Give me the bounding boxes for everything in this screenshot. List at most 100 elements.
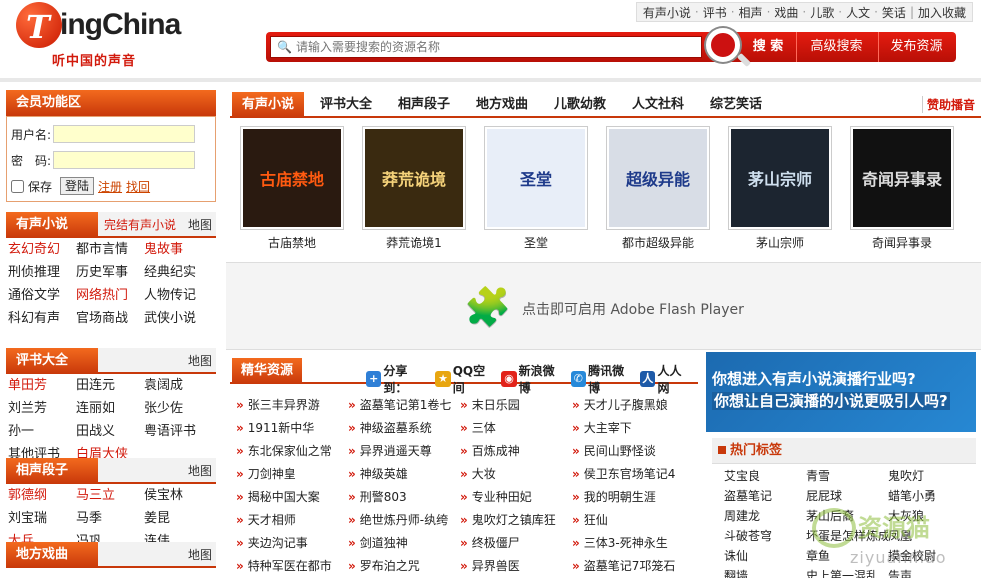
featured-item[interactable]: 天才儿子腹黑娘	[568, 394, 692, 417]
category-item[interactable]: 官场商战	[76, 307, 144, 330]
category-item[interactable]: 连丽如	[76, 397, 144, 420]
book-cover[interactable]: 奇闻异事录	[850, 126, 954, 230]
featured-item[interactable]: 夹边沟记事	[232, 532, 344, 555]
category-item[interactable]: 侯宝林	[144, 484, 214, 507]
category-item[interactable]: 刘宝瑞	[8, 507, 76, 530]
share-target[interactable]: ✆ 腾讯微博	[570, 362, 634, 396]
category-item[interactable]: 单田芳	[8, 374, 76, 397]
featured-item[interactable]: 三体	[456, 417, 568, 440]
category-tab[interactable]: 相声段子	[6, 458, 98, 484]
top-link[interactable]: 人文	[846, 4, 870, 21]
share-target[interactable]: ◉ 新浪微博	[501, 362, 564, 396]
tab-audio-novels[interactable]: 有声小说	[232, 92, 304, 118]
featured-item[interactable]: 剑道独神	[344, 532, 456, 555]
featured-item[interactable]: 民间山野怪谈	[568, 440, 692, 463]
featured-item[interactable]: 绝世炼丹师-纨绔	[344, 509, 456, 532]
category-item[interactable]: 孙一	[8, 420, 76, 443]
top-link[interactable]: 笑话	[882, 4, 906, 21]
hot-tag[interactable]: 周建龙	[724, 506, 806, 526]
featured-item[interactable]: 东北保家仙之常	[232, 440, 344, 463]
category-item[interactable]: 鬼故事	[144, 238, 214, 261]
category-item[interactable]: 通俗文学	[8, 284, 76, 307]
featured-item[interactable]: 盗墓笔记第1卷七	[344, 394, 456, 417]
featured-item[interactable]: 末日乐园	[456, 394, 568, 417]
category-item[interactable]: 田连元	[76, 374, 144, 397]
category-item[interactable]: 经典纪实	[144, 261, 214, 284]
password-field[interactable]	[53, 151, 196, 169]
book-cover[interactable]: 古庙禁地	[240, 126, 344, 230]
book-title[interactable]: 莽荒诡境1	[362, 234, 466, 251]
category-map-link[interactable]: 地图	[188, 542, 212, 568]
tab-pingshu[interactable]: 评书大全	[310, 92, 382, 118]
share-target[interactable]: ★ QQ空间	[435, 362, 495, 396]
category-item[interactable]: 人物传记	[144, 284, 214, 307]
featured-item[interactable]: 侯卫东官场笔记4	[568, 463, 692, 486]
top-link[interactable]: 儿歌	[810, 4, 834, 21]
hot-tag[interactable]: 诛仙	[724, 546, 806, 566]
featured-item[interactable]: 刀剑神皇	[232, 463, 344, 486]
featured-item[interactable]: 刑警803	[344, 486, 456, 509]
book-cover[interactable]: 莽荒诡境	[362, 126, 466, 230]
featured-item[interactable]: 大主宰下	[568, 417, 692, 440]
category-tab[interactable]: 地方戏曲	[6, 542, 98, 568]
featured-item[interactable]: 罗布泊之咒	[344, 555, 456, 578]
hot-tag[interactable]: 斗破苍穹	[724, 526, 806, 546]
book-card[interactable]: 奇闻异事录 奇闻异事录	[850, 126, 954, 251]
site-logo[interactable]: T ingChina 听中国的声音	[16, 2, 216, 69]
promo-banner[interactable]: 你想进入有声小说演播行业吗? 你想让自己演播的小说更吸引人吗?	[706, 352, 976, 432]
featured-item[interactable]: 天才相师	[232, 509, 344, 532]
book-title[interactable]: 圣堂	[484, 234, 588, 251]
book-title[interactable]: 奇闻异事录	[850, 234, 954, 251]
category-item[interactable]: 武侠小说	[144, 307, 214, 330]
category-map-link[interactable]: 地图	[188, 458, 212, 484]
featured-item[interactable]: 终极僵尸	[456, 532, 568, 555]
category-item[interactable]: 玄幻奇幻	[8, 238, 76, 261]
category-item[interactable]: 科幻有声	[8, 307, 76, 330]
category-extra-link[interactable]: 完结有声小说	[104, 212, 176, 238]
register-link[interactable]: 注册	[98, 178, 122, 195]
book-cover[interactable]: 茅山宗师	[728, 126, 832, 230]
featured-item[interactable]: 1911新中华	[232, 417, 344, 440]
tab-xiqu[interactable]: 地方戏曲	[466, 92, 538, 118]
search-button[interactable]: 搜 索	[744, 32, 792, 62]
category-map-link[interactable]: 地图	[188, 348, 212, 374]
hot-tag[interactable]: 盗墓笔记	[724, 486, 806, 506]
hot-tag[interactable]: 翻墙	[724, 566, 806, 578]
category-map-link[interactable]: 地图	[188, 212, 212, 238]
book-card[interactable]: 茅山宗师 茅山宗师	[728, 126, 832, 251]
tab-humanities[interactable]: 人文社科	[622, 92, 694, 118]
featured-item[interactable]: 异界逍遥天尊	[344, 440, 456, 463]
category-item[interactable]: 刘兰芳	[8, 397, 76, 420]
featured-item[interactable]: 三体3-死神永生	[568, 532, 692, 555]
publish-resource-button[interactable]: 发布资源	[878, 32, 954, 62]
username-field[interactable]	[53, 125, 196, 143]
category-item[interactable]: 姜昆	[144, 507, 214, 530]
login-button[interactable]: 登陆	[60, 177, 95, 195]
category-item[interactable]: 袁阔成	[144, 374, 214, 397]
featured-item[interactable]: 张三丰异界游	[232, 394, 344, 417]
top-link[interactable]: 加入收藏	[918, 4, 966, 21]
category-item[interactable]: 马三立	[76, 484, 144, 507]
category-item[interactable]: 田战义	[76, 420, 144, 443]
hot-tag[interactable]: 蜡笔小勇	[888, 486, 970, 506]
top-link[interactable]: 有声小说	[643, 4, 691, 21]
top-link[interactable]: 戏曲	[774, 4, 798, 21]
flash-placeholder[interactable]: 🧩 点击即可启用 Adobe Flash Player	[226, 262, 981, 350]
category-item[interactable]: 都市言情	[76, 238, 144, 261]
book-card[interactable]: 圣堂 圣堂	[484, 126, 588, 251]
featured-item[interactable]: 异界兽医	[456, 555, 568, 578]
book-cover[interactable]: 超级异能	[606, 126, 710, 230]
book-card[interactable]: 超级异能都市超级异能	[606, 126, 710, 251]
category-item[interactable]: 粤语评书	[144, 420, 214, 443]
category-tab[interactable]: 有声小说	[6, 212, 98, 238]
category-item[interactable]: 网络热门	[76, 284, 144, 307]
share-target[interactable]: 人人人网	[640, 362, 692, 396]
featured-item[interactable]: 狂仙	[568, 509, 692, 532]
book-title[interactable]: 都市超级异能	[606, 234, 710, 251]
book-title[interactable]: 茅山宗师	[728, 234, 832, 251]
featured-item[interactable]: 大妆	[456, 463, 568, 486]
featured-item[interactable]: 神级盗墓系统	[344, 417, 456, 440]
featured-item[interactable]: 鬼吹灯之镇库狂	[456, 509, 568, 532]
top-link[interactable]: 评书	[703, 4, 727, 21]
featured-item[interactable]: 特种军医在都市	[232, 555, 344, 578]
